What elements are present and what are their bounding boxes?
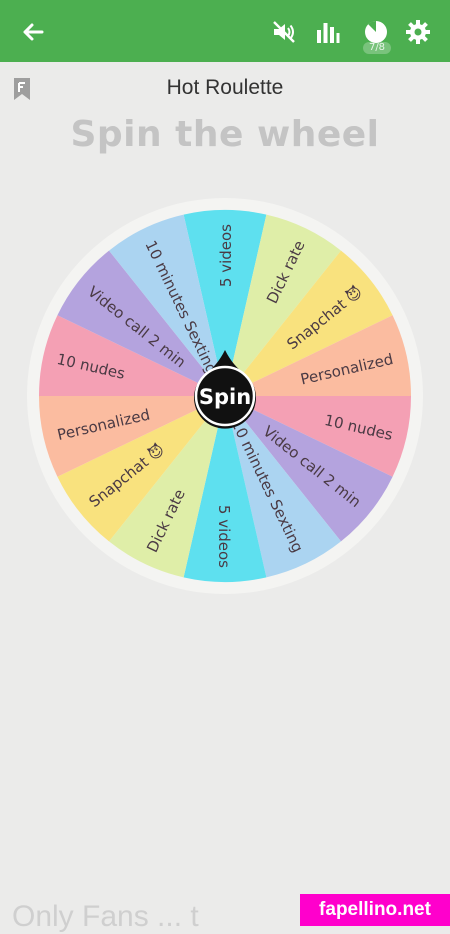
spin-wheel[interactable]: 5 videos Dick rateSnapchat 😈Personalized1… — [25, 196, 425, 596]
arrow-left-icon[interactable] — [18, 17, 48, 47]
wheel-segment-label: 5 videos — [215, 505, 233, 568]
app-bar: 7/8 — [0, 0, 450, 62]
headline: Spin the wheel — [70, 114, 380, 155]
page-title: Hot Roulette — [166, 76, 284, 99]
volume-off-icon[interactable] — [270, 18, 298, 46]
wheel-segment-label: 5 videos — [217, 224, 235, 287]
progress-counter: 7/8 — [363, 42, 391, 54]
spin-label: Spin — [199, 385, 251, 409]
gear-icon[interactable] — [404, 18, 432, 46]
bar-chart-icon[interactable] — [314, 18, 342, 46]
watermark: fapellino.net — [300, 894, 450, 926]
footer-cut-text: Only Fans ... t — [12, 900, 199, 933]
